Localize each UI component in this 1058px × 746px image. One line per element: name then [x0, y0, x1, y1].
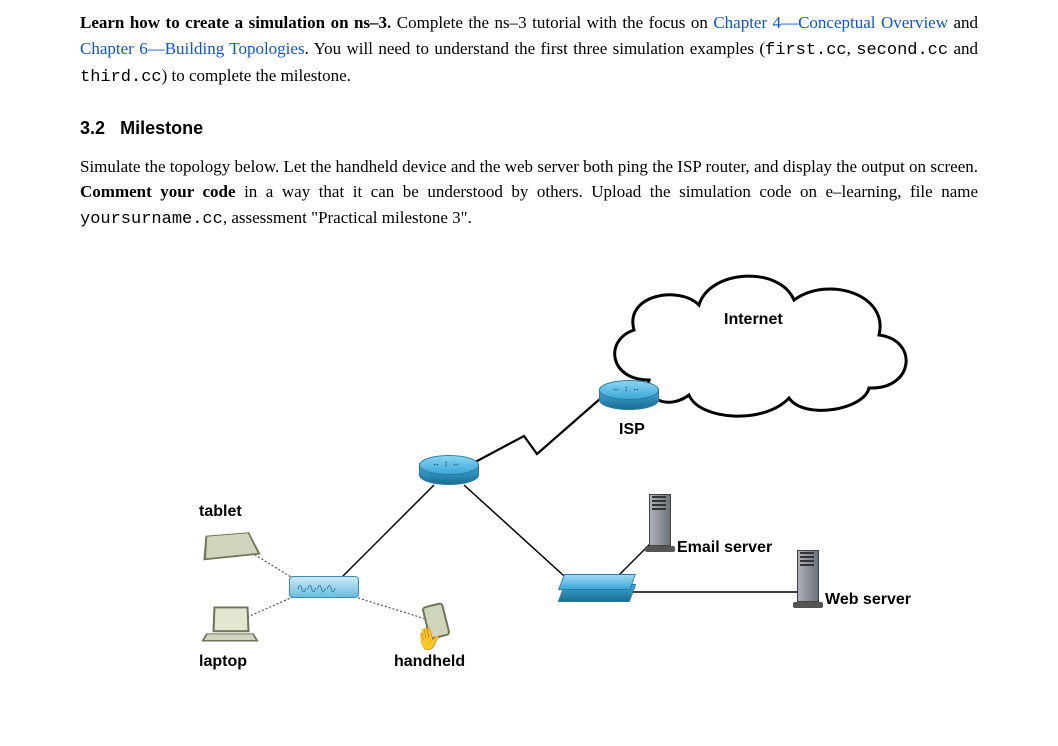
email-server-icon	[645, 490, 675, 552]
email-server-label: Email server	[677, 536, 772, 560]
handheld-icon: ✋	[411, 600, 459, 652]
intro-tail: ) to complete the milestone.	[162, 66, 351, 85]
wireless-ap-icon: ∿∿∿∿	[289, 576, 359, 598]
code-filename: yoursurname.cc	[80, 210, 223, 229]
milestone-text-b: in a way that it can be understood by ot…	[236, 182, 978, 201]
web-server-label: Web server	[825, 588, 911, 612]
milestone-paragraph: Simulate the topology below. Let the han…	[80, 154, 978, 233]
tablet-label: tablet	[199, 500, 242, 524]
isp-router-icon: ↔ ↕ ↔	[599, 380, 659, 418]
intro-paragraph: Learn how to create a simulation on ns–3…	[80, 10, 978, 91]
milestone-bold: Comment your code	[80, 182, 236, 201]
link-chapter-4[interactable]: Chapter 4—Conceptual Overview	[713, 13, 948, 32]
code-third: third.cc	[80, 68, 162, 87]
intro-sep-2: and	[948, 39, 978, 58]
intro-text-2: and	[948, 13, 978, 32]
section-title: Milestone	[120, 118, 203, 138]
laptop-label: laptop	[199, 650, 247, 674]
intro-sep-1: ,	[847, 39, 857, 58]
topology-diagram: Internet ↔ ↕ ↔ ISP ↔ ↕ ↔ ∿∿∿∿ tablet lap…	[129, 250, 929, 670]
web-server-icon	[793, 546, 823, 608]
link-chapter-6[interactable]: Chapter 6—Building Topologies	[80, 39, 305, 58]
code-second: second.cc	[856, 41, 948, 60]
laptop-icon	[199, 606, 261, 650]
handheld-label: handheld	[394, 650, 465, 674]
milestone-text-a: Simulate the topology below. Let the han…	[80, 157, 978, 176]
intro-text-1: Complete the ns–3 tutorial with the focu…	[391, 13, 713, 32]
section-heading: 3.2 Milestone	[80, 115, 978, 142]
local-router-icon: ↔ ↕ ↔	[419, 455, 479, 493]
section-number: 3.2	[80, 118, 105, 138]
tablet-icon	[201, 522, 261, 568]
intro-lead: Learn how to create a simulation on ns–3…	[80, 13, 391, 32]
intro-text-3: . You will need to understand the first …	[305, 39, 765, 58]
isp-label: ISP	[619, 418, 645, 442]
switch-icon	[561, 574, 633, 604]
milestone-text-c: , assessment "Practical milestone 3".	[223, 208, 472, 227]
internet-label: Internet	[724, 308, 783, 332]
code-first: first.cc	[765, 41, 847, 60]
